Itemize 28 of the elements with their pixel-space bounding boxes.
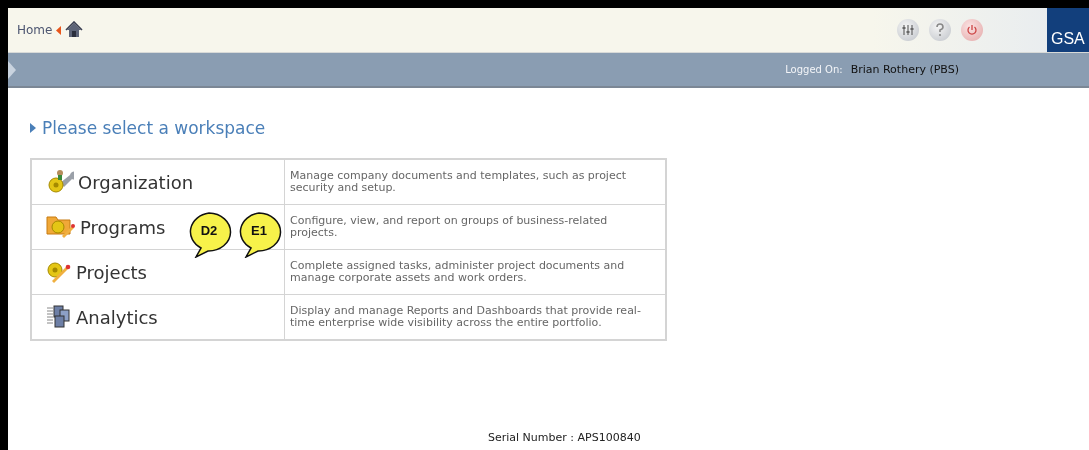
folder-gear-icon bbox=[46, 214, 76, 240]
logo: GSA bbox=[1047, 8, 1089, 52]
question-mark-icon bbox=[935, 23, 945, 37]
workspace-description: Manage company documents and templates, such as project security and setup. bbox=[290, 169, 628, 195]
serial-number: Serial Number : APS100840 bbox=[488, 431, 641, 444]
workspace-description: Configure, view, and report on groups of business-related projects. bbox=[290, 214, 609, 240]
expand-arrow-icon[interactable] bbox=[8, 60, 16, 79]
bullet-arrow-icon bbox=[30, 123, 36, 133]
power-button[interactable] bbox=[961, 19, 983, 41]
home-link[interactable]: Home bbox=[17, 23, 53, 37]
workspace-link[interactable]: Analytics bbox=[46, 305, 158, 329]
workspace-link[interactable]: Programs bbox=[46, 214, 166, 240]
workspace-description: Complete assigned tasks, administer project documents and manage corporate assets and work orders. bbox=[290, 259, 626, 285]
power-icon bbox=[966, 24, 978, 36]
sliders-icon bbox=[901, 24, 915, 36]
section-heading: Please select a workspace bbox=[42, 118, 266, 138]
user-name: Brian Rothery (PBS) bbox=[850, 63, 959, 76]
settings-button[interactable] bbox=[897, 19, 919, 41]
house-icon[interactable] bbox=[65, 21, 84, 39]
help-button[interactable] bbox=[929, 19, 951, 41]
workspace-link[interactable]: Organization bbox=[46, 169, 194, 195]
gear-pencil-icon bbox=[46, 260, 72, 284]
logged-on-label: Logged On: bbox=[785, 64, 843, 75]
back-arrow-icon bbox=[56, 25, 62, 35]
workspace-link[interactable]: Projects bbox=[46, 260, 147, 284]
workspace-description: Display and manage Reports and Dashboards that provide real-time enterprise wide visibility across the entire portfolio. bbox=[290, 304, 642, 330]
documents-icon bbox=[46, 305, 72, 329]
gear-wrench-icon bbox=[46, 169, 74, 195]
